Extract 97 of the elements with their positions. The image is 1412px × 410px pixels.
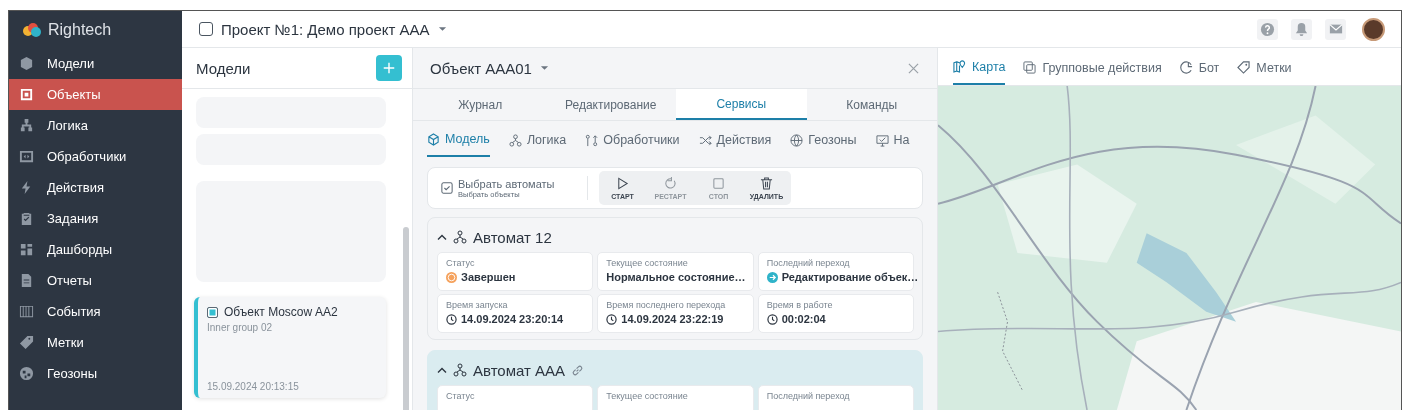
sidebar-item[interactable]: Дашборды (9, 234, 182, 265)
app-name: Rightech (48, 20, 112, 39)
clock-icon (766, 313, 778, 325)
tab[interactable]: Сервисы (676, 89, 807, 120)
tab[interactable]: Команды (806, 89, 937, 120)
hierarchy-icon (508, 133, 522, 147)
field-label: Статус (446, 391, 476, 401)
clock-icon (606, 313, 618, 325)
field-value: 14.09.2024 23:20:14 (461, 313, 564, 325)
hierarchy-icon (453, 230, 467, 244)
field-label: Текущее состояние (606, 391, 689, 401)
object-name: Объект Moscow AA2 (224, 305, 338, 319)
object-icon (207, 306, 218, 318)
map-tab[interactable]: Бот (1179, 48, 1220, 85)
hierarchy-icon (453, 363, 467, 377)
close-icon[interactable] (908, 62, 919, 74)
code-icon (19, 149, 34, 164)
shuffle-icon (698, 133, 712, 147)
object-group: Inner group 02 (207, 322, 378, 333)
monitor-icon (875, 133, 889, 147)
checkbox[interactable] (441, 182, 453, 194)
globe-icon (790, 133, 804, 147)
map-tab[interactable]: Метки (1237, 48, 1292, 85)
clock-icon (446, 313, 457, 325)
sidebar-item[interactable]: Геозоны (9, 358, 182, 389)
caret-icon[interactable] (437, 26, 447, 32)
map-icon (953, 60, 966, 73)
tag-icon (1237, 61, 1251, 74)
envelope-icon (1327, 22, 1344, 36)
play-icon (616, 176, 629, 190)
tab[interactable]: Редактирование (545, 89, 676, 120)
avatar[interactable] (1362, 17, 1385, 41)
automaton-title: Автомат 12 (473, 228, 552, 246)
field-label: Время запуска (446, 300, 509, 310)
subtab[interactable]: Действия (698, 121, 772, 157)
field-label: Время последнего перехода (606, 300, 727, 310)
sidebar-item[interactable]: Обработчики (9, 141, 182, 172)
sidebar-item[interactable]: Отчеты (9, 265, 182, 296)
document-icon (19, 273, 34, 288)
mail-button[interactable] (1325, 18, 1346, 40)
field-value: 14.09.2024 23:22:19 (621, 313, 724, 325)
field-value: Нормальное состояние… (606, 271, 746, 283)
subtab[interactable]: Геозоны (790, 121, 857, 157)
help-button[interactable] (1257, 18, 1278, 40)
chevron-icon[interactable] (437, 366, 447, 374)
field-value: 00:02:04 (781, 313, 826, 325)
panel-title: Модели (196, 59, 251, 77)
add-button[interactable] (376, 55, 402, 81)
stop-icon (712, 176, 725, 190)
object-card[interactable]: Объект Moscow AA2 Inner group 02 15.09.2024 20:13:15 (194, 297, 386, 398)
sidebar-item[interactable]: Метки (9, 327, 182, 358)
map-tab[interactable]: Групповые действия (1023, 48, 1162, 85)
project-icon (199, 22, 213, 36)
chevron-icon[interactable] (437, 233, 447, 241)
cube-icon (19, 56, 34, 71)
sidebar-item[interactable]: Объекты (9, 79, 182, 110)
field-label: Время в работе (766, 300, 834, 310)
sidebar-item[interactable]: Задания (9, 203, 182, 234)
cloud-logo-icon (22, 21, 42, 38)
globe-icon (19, 366, 34, 381)
copy-icon (1023, 61, 1037, 74)
subtab[interactable]: На (875, 121, 910, 157)
project-title[interactable]: Проект №1: Демо проект AAA (221, 20, 430, 38)
tab[interactable]: Журнал (415, 89, 546, 120)
grid-icon (19, 242, 34, 257)
subtab[interactable]: Модель (427, 121, 490, 157)
sidebar-item[interactable]: Действия (9, 172, 182, 203)
automaton-title: Автомат AAA (473, 361, 566, 379)
bell-icon (1294, 21, 1309, 37)
branch-icon (585, 133, 599, 147)
caret-icon[interactable] (539, 65, 549, 71)
object-title[interactable]: Объект AAA01 (430, 59, 532, 77)
columns-icon (19, 304, 34, 319)
field-label: Статус (446, 258, 476, 268)
link-icon[interactable] (571, 363, 585, 377)
field-label: Последний переход (766, 258, 851, 268)
subtab[interactable]: Обработчики (585, 121, 680, 157)
select-label[interactable]: Выбрать автоматы (458, 177, 555, 190)
cube-icon (427, 132, 440, 146)
sidebar-item[interactable]: Логика (9, 110, 182, 141)
trash-icon (760, 176, 773, 190)
notifications-button[interactable] (1291, 18, 1312, 40)
plus-icon (382, 61, 396, 75)
sidebar-item[interactable]: События (9, 296, 182, 327)
help-icon (1260, 21, 1275, 37)
restart-icon (664, 176, 677, 190)
object-date: 15.09.2024 20:13:15 (207, 381, 300, 392)
hierarchy-icon (19, 118, 34, 133)
tag-icon (19, 335, 34, 350)
field-label: Текущее состояние (606, 258, 689, 268)
field-label: Последний переход (766, 391, 851, 401)
subtab[interactable]: Логика (508, 121, 567, 157)
scrollbar[interactable] (403, 227, 409, 410)
field-value: Завершен (461, 271, 516, 283)
field-value: Редактирование объек… (781, 271, 919, 283)
sidebar-item[interactable]: Модели (9, 48, 182, 79)
clipboard-icon (19, 211, 34, 226)
